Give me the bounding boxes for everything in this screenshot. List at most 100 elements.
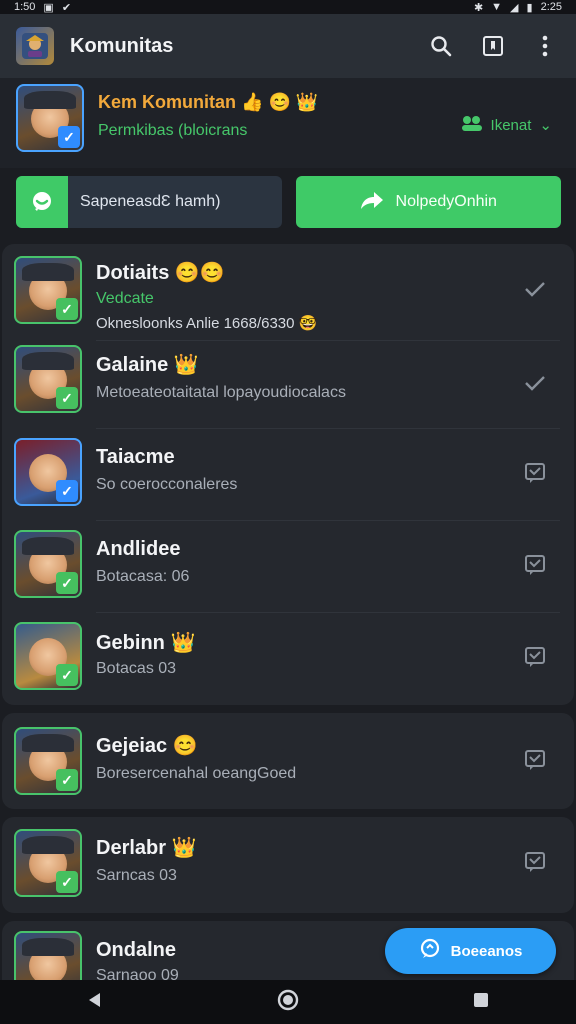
member-avatar: ✓ (14, 256, 82, 324)
check-icon[interactable] (522, 276, 548, 302)
message-icon[interactable] (522, 747, 548, 773)
member-name-text: Galaine (96, 354, 169, 376)
status-bar: 1:50 ▣ ✔ ✱ ▼ ◢ ▮ 2:25 (0, 0, 576, 14)
member-emoji: 👑 (171, 837, 197, 859)
member-name-text: Derlabr (96, 837, 167, 859)
member-name-text: Ondalne (96, 939, 177, 961)
verified-check-icon: ✓ (56, 572, 78, 594)
battery-icon: ▮ (526, 1, 533, 14)
share-button-label: NolpedyOnhin (395, 193, 497, 210)
avatar-hat (22, 836, 74, 855)
member-avatar (14, 931, 82, 980)
verified-check-icon: ✓ (56, 664, 78, 686)
share-button[interactable]: NolpedyOnhin (295, 176, 561, 228)
verified-check-icon: ✓ (56, 387, 78, 409)
back-icon[interactable] (86, 991, 104, 1014)
member-name: Taiacme (96, 446, 175, 469)
message-icon[interactable] (522, 552, 548, 578)
member-status: Metoeateotaitatal lopayoudiocalacs (96, 384, 346, 401)
list-item[interactable]: ✓ Andlidee Botacasa: 06 (0, 522, 572, 612)
status-time-right: 2:25 (540, 1, 562, 13)
verified-check-icon: ✓ (58, 126, 80, 148)
new-post-fab[interactable]: Boeeanos (385, 928, 556, 974)
member-avatar: ✓ (14, 345, 82, 413)
avatar-hat (22, 537, 74, 556)
recents-icon[interactable] (472, 991, 490, 1014)
avatar-hat (24, 91, 76, 110)
member-name: Gejeiac 😊 (96, 733, 198, 758)
community-name-text: Kem Komunitan (98, 92, 237, 112)
verified-check-icon: ✓ (56, 769, 78, 791)
member-detail: Oknesloonks Anlie 1668/6330 🤓 (96, 314, 317, 332)
avatar-hat (22, 938, 74, 957)
member-avatar: ✓ (14, 530, 82, 598)
member-emoji: 👑 (173, 354, 199, 376)
member-name: Derlabr 👑 (96, 835, 197, 860)
member-avatar: ✓ (14, 829, 82, 897)
share-icon (360, 190, 384, 215)
verified-check-icon: ✓ (56, 298, 78, 320)
member-name-text: Gebinn (96, 632, 165, 654)
member-emoji: 😊 (172, 735, 198, 757)
system-nav-bar (0, 980, 576, 1024)
member-emoji: 😊😊 (174, 262, 225, 284)
member-avatar: ✓ (14, 438, 82, 506)
chat-button-label: SapeneasdƐ hamh) (80, 193, 221, 210)
verified-check-icon: ✓ (56, 480, 78, 502)
member-detail-text: Oknesloonks Anlie 1668/6330 (96, 315, 295, 332)
divider (96, 520, 560, 521)
member-name: Andlidee (96, 538, 180, 561)
list-item[interactable]: ✓ Dotiaits 😊😊 Vedcate Oknesloonks Anlie … (0, 252, 572, 342)
member-avatar: ✓ (14, 727, 82, 795)
member-name: Galaine 👑 (96, 352, 199, 377)
more-button[interactable] (530, 31, 560, 61)
fab-label: Boeeanos (450, 942, 523, 960)
signal-icon: ◢ (510, 1, 519, 14)
member-status: Boresercenahal oeangGoed (96, 765, 297, 782)
search-button[interactable] (426, 31, 456, 61)
list-item[interactable]: ✓ Derlabr 👑 Sarncas 03 (0, 817, 572, 913)
chat-button[interactable]: SapeneasdƐ hamh) (16, 176, 282, 228)
page-title: Komunitas (70, 34, 174, 57)
member-status: So coerocconaleres (96, 476, 238, 493)
member-name-text: Taiacme (96, 446, 175, 468)
app-bar: Komunitas (0, 14, 576, 78)
list-item[interactable]: ✓ Gebinn 👑 Botacas 03 (0, 614, 572, 704)
community-emoji: 👍 😊 👑 (241, 92, 319, 112)
chevron-down-icon: ⌄ (539, 117, 552, 134)
community-name: Kem Komunitan 👍 😊 👑 (98, 92, 318, 113)
member-status: Botacasa: 06 (96, 568, 190, 585)
member-status: Botacas 03 (96, 660, 177, 677)
list-item[interactable]: ✓ Galaine 👑 Metoeateotaitatal lopayoudio… (0, 340, 572, 430)
notification-icon: ▣ (43, 1, 54, 14)
member-name-text: Gejeiac (96, 735, 168, 757)
bookmark-button[interactable] (478, 31, 508, 61)
home-icon[interactable] (277, 989, 299, 1016)
community-subtitle: Permkibas (bloicrans (98, 122, 248, 139)
app-logo-icon (22, 33, 48, 59)
wifi-icon: ▼ (491, 1, 503, 13)
screen: 1:50 ▣ ✔ ✱ ▼ ◢ ▮ 2:25 Komunitas ✓ Kem Ko… (0, 0, 576, 1024)
message-icon[interactable] (522, 644, 548, 670)
member-status: Sarncas 03 (96, 867, 177, 884)
list-item[interactable]: ✓ Taiacme So coerocconaleres (0, 430, 572, 520)
list-item[interactable]: ✓ Gejeiac 😊 Boresercenahal oeangGoed (0, 713, 572, 809)
check-icon[interactable] (522, 370, 548, 396)
chat-icon (16, 176, 68, 228)
member-name: Ondalne (96, 939, 176, 962)
member-status: Vedcate (96, 290, 154, 307)
member-name-text: Andlidee (96, 538, 181, 560)
divider (96, 428, 560, 429)
follow-toggle[interactable]: Ikenat ⌄ (461, 114, 552, 136)
action-buttons: SapeneasdƐ hamh) NolpedyOnhin (16, 176, 561, 228)
bookmark-icon (483, 36, 503, 56)
community-avatar[interactable]: ✓ (16, 84, 84, 152)
bluetooth-icon: ✱ (473, 1, 484, 14)
search-icon (431, 36, 452, 57)
location-icon: ✔ (61, 1, 72, 14)
member-name-text: Dotiaits (96, 262, 170, 284)
message-icon[interactable] (522, 460, 548, 486)
message-icon[interactable] (522, 849, 548, 875)
follow-label: Ikenat (490, 116, 532, 134)
app-logo[interactable] (16, 27, 54, 65)
